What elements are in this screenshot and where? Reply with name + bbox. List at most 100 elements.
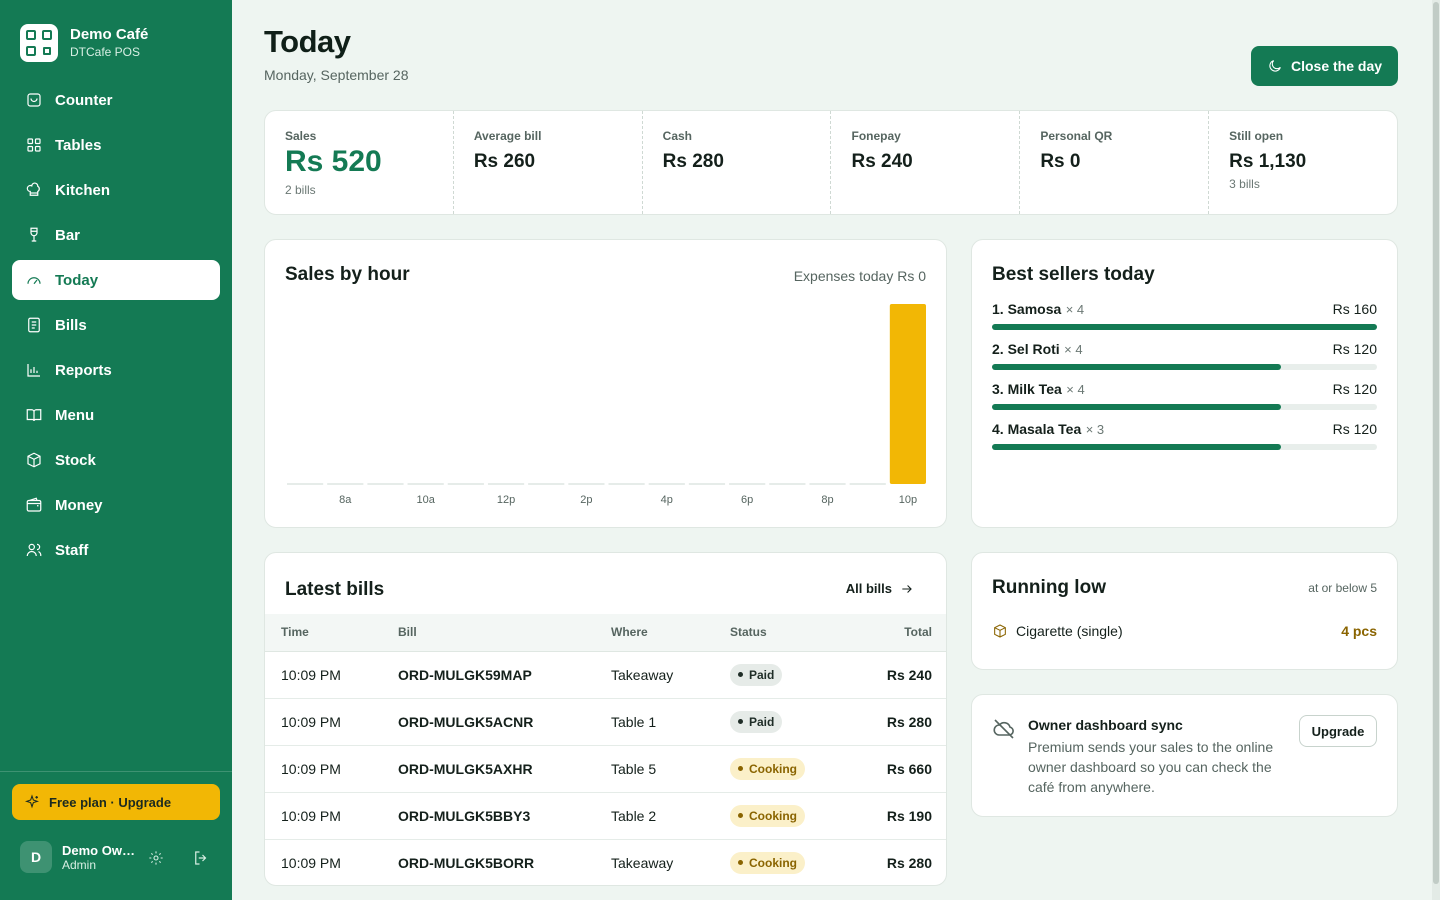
scrollbar-thumb[interactable] (1433, 2, 1439, 884)
wallet-icon (24, 495, 44, 515)
owner-sync-card: Owner dashboard sync Premium sends your … (971, 694, 1398, 817)
bar-1p (528, 483, 565, 485)
book-icon (24, 405, 44, 425)
stat-label: Still open (1229, 129, 1284, 143)
bills-table: Time Bill Where Status Total 10:09 PM OR… (265, 614, 946, 885)
table-row[interactable]: 10:09 PM ORD-MULGK5BORR Takeaway Cooking… (265, 839, 946, 885)
cell-time: 10:09 PM (265, 698, 398, 746)
users-icon (24, 540, 44, 560)
stat-fonepay: Fonepay Rs 240 (831, 111, 1021, 214)
cell-bill: ORD-MULGK5BBY3 (398, 792, 611, 840)
x-tick-label: 6p (741, 494, 753, 506)
column-header-bill: Bill (398, 614, 611, 652)
user-name: Demo Owner (62, 842, 140, 858)
cell-time: 10:09 PM (281, 854, 341, 871)
sync-title: Owner dashboard sync (1028, 717, 1183, 733)
x-tick-label: 12p (497, 494, 515, 506)
nav-item-today[interactable]: Today (12, 260, 220, 300)
best-seller-item: 1. Samosa × 4 Rs 160 (992, 301, 1377, 341)
sales-by-hour-card: Sales by hour Expenses today Rs 0 8a 10a 1… (264, 239, 947, 528)
cell-where: Takeaway (611, 854, 674, 871)
nav-item-counter[interactable]: Counter (12, 80, 220, 120)
nav-label: Today (55, 271, 99, 289)
cell-time: 10:09 PM (265, 745, 398, 793)
status-text: Cooking (749, 808, 797, 823)
best-sellers-card: Best sellers today 1. Samosa × 4 Rs 160 … (971, 239, 1398, 528)
brand: Demo Café DTCafe POS (20, 24, 148, 62)
nav-label: Menu (55, 406, 95, 424)
cell-bill: ORD-MULGK5BORR (398, 854, 535, 871)
item-amount: Rs 160 (1332, 301, 1377, 317)
share-bar-fill (992, 324, 1377, 330)
status-badge: Paid (730, 663, 783, 686)
status-badge: Cooking (730, 757, 805, 780)
status-text: Cooking (749, 761, 797, 776)
cell-status: Cooking (730, 745, 835, 793)
item-name: 3. Milk Tea (992, 381, 1062, 397)
nav-item-bills[interactable]: Bills (12, 305, 220, 345)
bar-7p (769, 483, 806, 485)
bar-9p (849, 483, 886, 485)
low-stock-item[interactable]: Cigarette (single) 4 pcs (992, 623, 1377, 639)
cell-bill: ORD-MULGK5ACNR (398, 698, 611, 746)
upgrade-button[interactable]: Upgrade (1299, 715, 1377, 747)
nav-item-menu[interactable]: Menu (12, 395, 220, 435)
bar-8p (809, 483, 846, 485)
all-bills-link[interactable]: All bills (846, 581, 914, 596)
stat-sub: 2 bills (285, 183, 316, 197)
stat-value: Rs 1,130 (1229, 151, 1307, 172)
nav-item-bar[interactable]: Bar (12, 215, 220, 255)
item-amount: Rs 120 (1332, 381, 1377, 397)
table-row[interactable]: 10:09 PM ORD-MULGK5ACNR Table 1 Paid Rs … (265, 698, 946, 746)
best-seller-item: 3. Milk Tea × 4 Rs 120 (992, 381, 1377, 421)
bar-2p (568, 483, 605, 485)
column-header-time: Time (265, 614, 398, 652)
table-row[interactable]: 10:09 PM ORD-MULGK5AXHR Table 5 Cooking … (265, 745, 946, 793)
bar-9a (367, 483, 404, 485)
column-header-status: Status (730, 614, 835, 652)
x-tick-label: 2p (580, 494, 592, 506)
share-bar (992, 404, 1377, 410)
logout-icon[interactable] (192, 849, 210, 867)
bag-icon (24, 90, 44, 110)
cell-total: Rs 660 (835, 745, 946, 793)
cell-bill: ORD-MULGK59MAP (398, 651, 611, 699)
scrollbar[interactable] (1432, 0, 1440, 900)
stat-average-bill: Average bill Rs 260 (454, 111, 643, 214)
status-text: Cooking (749, 855, 797, 870)
nav-item-tables[interactable]: Tables (12, 125, 220, 165)
nav-item-stock[interactable]: Stock (12, 440, 220, 480)
stat-value: Rs 520 (285, 145, 382, 178)
nav-item-money[interactable]: Money (12, 485, 220, 525)
card-title: Sales by hour (285, 264, 410, 285)
free-plan-upgrade-button[interactable]: Free plan · Upgrade (12, 784, 220, 820)
nav-item-reports[interactable]: Reports (12, 350, 220, 390)
threshold-note: at or below 5 (1308, 581, 1377, 595)
close-the-day-button[interactable]: Close the day (1251, 46, 1398, 86)
item-qty: × 3 (1085, 422, 1105, 437)
table-row[interactable]: 10:09 PM ORD-MULGK59MAP Takeaway Paid Rs… (265, 651, 946, 699)
gear-icon[interactable] (148, 850, 164, 866)
cell-total: Rs 240 (835, 651, 946, 699)
bar-10p (889, 304, 926, 484)
upgrade-label: Free plan · Upgrade (49, 794, 172, 810)
nav-label: Stock (55, 451, 96, 469)
sparkles-icon (24, 794, 40, 809)
nav-label: Tables (55, 136, 102, 154)
brand-subtitle: DTCafe POS (70, 45, 141, 59)
cell-time: 10:09 PM (265, 651, 398, 699)
stat-still-open: Still open Rs 1,130 3 bills (1209, 111, 1397, 214)
nav-item-staff[interactable]: Staff (12, 530, 220, 570)
cell-status: Cooking (730, 792, 835, 840)
cell-where: Table 1 (611, 698, 730, 746)
stat-label: Average bill (473, 129, 542, 143)
sidebar: Demo Café DTCafe POS Counter Tables Kitc… (0, 0, 232, 900)
user-role: Admin (62, 857, 97, 872)
bar-8a (327, 483, 364, 485)
stat-personal-qr: Personal QR Rs 0 (1020, 111, 1210, 214)
box-icon (994, 624, 1006, 638)
avatar[interactable]: D (20, 841, 52, 873)
cell-time: 10:09 PM (265, 792, 398, 840)
nav-item-kitchen[interactable]: Kitchen (12, 170, 220, 210)
table-row[interactable]: 10:09 PM ORD-MULGK5BBY3 Table 2 Cooking … (265, 792, 946, 840)
